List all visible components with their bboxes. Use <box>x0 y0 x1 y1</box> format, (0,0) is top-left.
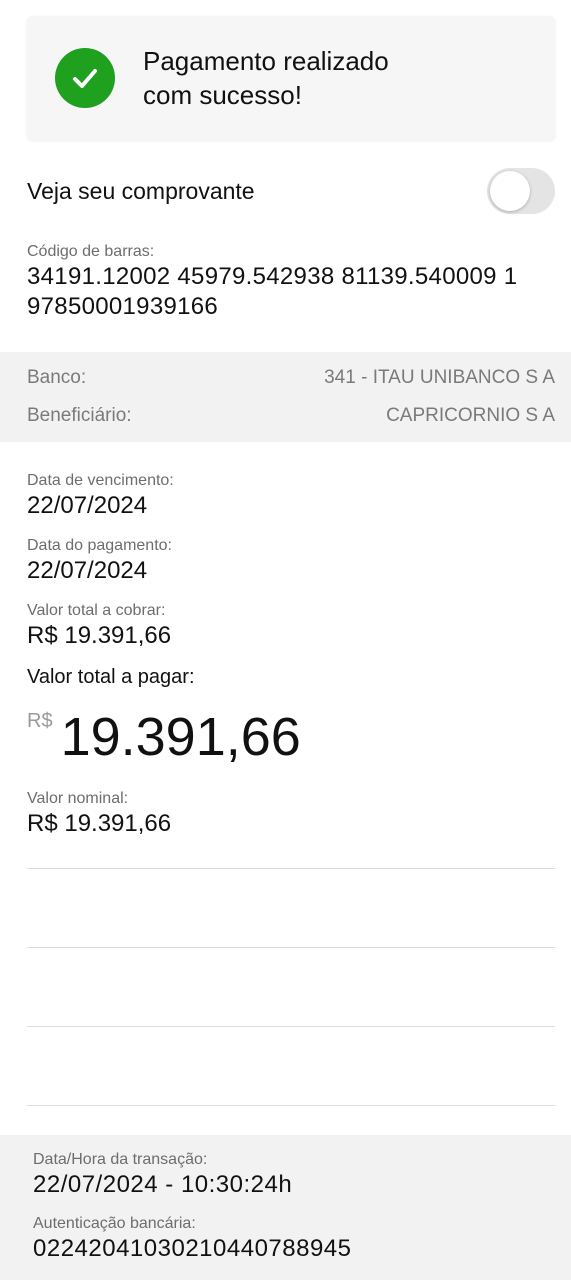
beneficiary-row: Beneficiário: CAPRICORNIO S A <box>27 405 555 427</box>
total-pay-value: 19.391,66 <box>60 707 301 767</box>
total-pay-currency: R$ <box>27 710 53 732</box>
beneficiary-value: CAPRICORNIO S A <box>386 405 555 426</box>
beneficiary-label: Beneficiário: <box>27 405 132 426</box>
total-charge-label: Valor total a cobrar: <box>27 602 166 619</box>
divider <box>27 1026 555 1027</box>
divider <box>27 868 555 869</box>
bank-auth-label: Autenticação bancária: <box>33 1215 196 1232</box>
total-charge-field: Valor total a cobrar: R$ 19.391,66 <box>27 602 171 650</box>
bank-info-band: Banco: 341 - ITAU UNIBANCO S A Beneficiá… <box>0 352 571 442</box>
transaction-datetime-label: Data/Hora da transação: <box>33 1151 208 1168</box>
success-banner: Pagamento realizado com sucesso! <box>27 16 555 140</box>
payment-date-field: Data do pagamento: 22/07/2024 <box>27 537 172 585</box>
barcode-label: Código de barras: <box>27 243 155 260</box>
check-icon <box>73 69 97 88</box>
transaction-datetime-field: Data/Hora da transação: 22/07/2024 - 10:… <box>33 1151 292 1199</box>
toggle-knob <box>490 171 530 211</box>
due-date-value: 22/07/2024 <box>27 492 148 519</box>
receipt-toggle-row: Veja seu comprovante <box>27 166 555 216</box>
transaction-info-band: Data/Hora da transação: 22/07/2024 - 10:… <box>0 1135 571 1280</box>
total-charge-value: R$ 19.391,66 <box>27 622 172 649</box>
nominal-value-label: Valor nominal: <box>27 790 129 807</box>
payment-date-label: Data do pagamento: <box>27 537 172 554</box>
nominal-value-field: Valor nominal: R$ 19.391,66 <box>27 790 171 838</box>
nominal-value: R$ 19.391,66 <box>27 810 172 837</box>
bank-auth-field: Autenticação bancária: 02242041030210440… <box>33 1215 352 1263</box>
success-check-badge <box>55 48 115 108</box>
bank-value: 341 - ITAU UNIBANCO S A <box>324 367 555 388</box>
due-date-label: Data de vencimento: <box>27 472 174 489</box>
receipt-toggle[interactable] <box>487 168 555 214</box>
due-date-field: Data de vencimento: 22/07/2024 <box>27 472 174 520</box>
barcode-value: 34191.12002 45979.542938 81139.540009 1 … <box>27 263 518 320</box>
transaction-datetime-value: 22/07/2024 - 10:30:24h <box>33 1171 293 1198</box>
payment-date-value: 22/07/2024 <box>27 557 148 584</box>
divider <box>27 947 555 948</box>
total-pay-label: Valor total a pagar: <box>27 666 195 688</box>
bank-auth-value: 02242041030210440788945 <box>33 1235 352 1262</box>
barcode-section: Código de barras: 34191.12002 45979.5429… <box>27 243 557 322</box>
receipt-toggle-label: Veja seu comprovante <box>27 177 255 204</box>
divider <box>27 1105 555 1106</box>
success-message: Pagamento realizado com sucesso! <box>143 46 389 110</box>
bank-row: Banco: 341 - ITAU UNIBANCO S A <box>27 367 555 389</box>
total-pay-amount: R$ 19.391,66 <box>27 704 301 770</box>
bank-label: Banco: <box>27 367 87 388</box>
